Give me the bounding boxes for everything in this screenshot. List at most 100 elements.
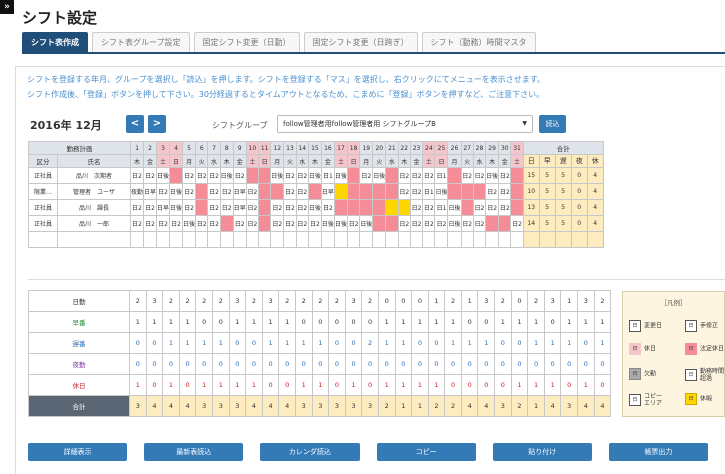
shift-cell[interactable]: 日2: [232, 167, 247, 184]
tab-time-master[interactable]: シフト（勤務）時間マスタ: [421, 32, 536, 53]
shift-cell[interactable]: 日2: [472, 215, 487, 232]
shift-cell[interactable]: 日後: [333, 167, 348, 184]
shift-cell[interactable]: [372, 183, 387, 200]
calendar-load-button[interactable]: カレンダ読込: [260, 443, 360, 461]
shift-cell[interactable]: 日2: [195, 215, 209, 232]
shift-cell[interactable]: 日2: [397, 167, 411, 184]
shift-cell[interactable]: 日早: [156, 199, 171, 216]
shift-cell[interactable]: 日2: [460, 215, 474, 232]
shift-cell[interactable]: 日2: [498, 167, 512, 184]
shift-cell[interactable]: [359, 183, 374, 200]
shift-cell[interactable]: [307, 183, 322, 200]
shift-cell[interactable]: [257, 215, 272, 232]
shift-cell[interactable]: 日2: [182, 167, 197, 184]
shift-cell[interactable]: [498, 215, 512, 232]
shift-cell[interactable]: 日後: [270, 167, 285, 184]
shift-cell[interactable]: 日2: [283, 183, 297, 200]
shift-cell[interactable]: 日2: [207, 167, 221, 184]
shift-cell[interactable]: 日後: [169, 183, 184, 200]
shift-cell[interactable]: 日2: [485, 183, 500, 200]
shift-cell[interactable]: 日2: [472, 199, 487, 216]
shift-cell[interactable]: [346, 183, 361, 200]
shift-cell[interactable]: 日後: [447, 199, 462, 216]
shift-cell[interactable]: 日後: [447, 215, 462, 232]
shift-cell[interactable]: [385, 215, 399, 232]
shift-cell[interactable]: [333, 183, 348, 200]
shift-cell[interactable]: [510, 167, 524, 184]
shift-cell[interactable]: 日1: [434, 167, 449, 184]
shift-cell[interactable]: 日後: [434, 183, 449, 200]
tab-fixed-overnight[interactable]: 固定シフト変更（日跨ぎ）: [303, 32, 418, 53]
shift-cell[interactable]: 日2: [422, 167, 436, 184]
shift-cell[interactable]: 日2: [283, 215, 297, 232]
shift-cell[interactable]: 日2: [270, 199, 285, 216]
shift-cell[interactable]: 日2: [409, 215, 424, 232]
shift-cell[interactable]: [346, 167, 361, 184]
shift-cell[interactable]: [195, 199, 209, 216]
shift-cell[interactable]: 日2: [307, 215, 322, 232]
shift-cell[interactable]: 日2: [397, 183, 411, 200]
shift-cell[interactable]: 日2: [182, 183, 197, 200]
shift-cell[interactable]: 日2: [283, 199, 297, 216]
next-month-button[interactable]: >: [148, 115, 166, 133]
shift-cell[interactable]: 日1: [422, 183, 436, 200]
shift-cell[interactable]: [346, 199, 361, 216]
shift-cell[interactable]: 日早: [232, 183, 247, 200]
shift-cell[interactable]: 日2: [232, 215, 247, 232]
shift-cell[interactable]: 日2: [245, 199, 260, 216]
shift-cell[interactable]: [257, 183, 272, 200]
shift-cell[interactable]: [447, 183, 462, 200]
shift-cell[interactable]: 日2: [283, 167, 297, 184]
shift-cell[interactable]: 日2: [270, 215, 285, 232]
shift-cell[interactable]: [359, 199, 374, 216]
shift-cell[interactable]: [195, 183, 209, 200]
shift-cell[interactable]: 日早: [320, 183, 335, 200]
tab-shift-create[interactable]: シフト表作成: [22, 32, 88, 53]
shift-cell[interactable]: 日2: [169, 215, 184, 232]
shift-cell[interactable]: 日2: [422, 199, 436, 216]
tab-fixed-day[interactable]: 固定シフト変更（日勤）: [193, 32, 300, 53]
shift-cell[interactable]: 日2: [498, 199, 512, 216]
shift-cell[interactable]: 日後: [182, 215, 197, 232]
shift-cell[interactable]: 日後: [359, 215, 374, 232]
shift-cell[interactable]: [257, 167, 272, 184]
load-button[interactable]: 読込: [539, 115, 566, 133]
latest-table-load-button[interactable]: 最新表読込: [144, 443, 244, 461]
shift-cell[interactable]: [510, 199, 524, 216]
shift-cell[interactable]: 日後: [169, 199, 184, 216]
report-output-button[interactable]: 帳票出力: [608, 443, 709, 461]
sidebar-toggle-button[interactable]: »: [0, 0, 14, 14]
shift-cell[interactable]: [257, 199, 272, 216]
shift-cell[interactable]: 日2: [156, 183, 171, 200]
shift-cell[interactable]: 日2: [245, 183, 260, 200]
shift-cell[interactable]: 日2: [295, 167, 309, 184]
shift-cell[interactable]: 日2: [422, 215, 436, 232]
shift-cell[interactable]: 日後: [372, 167, 387, 184]
shift-cell[interactable]: [460, 183, 474, 200]
shift-cell[interactable]: 夜勤: [129, 183, 145, 200]
shift-cell[interactable]: 日2: [295, 215, 309, 232]
shift-cell[interactable]: [333, 199, 348, 216]
detail-view-button[interactable]: 詳細表示: [28, 443, 128, 461]
shift-cell[interactable]: [372, 199, 387, 216]
shift-cell[interactable]: 日早: [232, 199, 247, 216]
shift-cell[interactable]: 日2: [129, 199, 145, 216]
shift-cell[interactable]: 日2: [207, 215, 221, 232]
shift-cell[interactable]: 日1: [320, 167, 335, 184]
shift-cell[interactable]: 日後: [156, 167, 171, 184]
shift-cell[interactable]: 日1: [434, 199, 449, 216]
shift-cell[interactable]: 日早: [143, 183, 158, 200]
shift-cell[interactable]: [447, 167, 462, 184]
shift-cell[interactable]: 日2: [409, 167, 424, 184]
shift-cell[interactable]: [169, 167, 184, 184]
shift-cell[interactable]: 日後: [219, 167, 234, 184]
prev-month-button[interactable]: <: [126, 115, 144, 133]
shift-group-select[interactable]: follow管理者用follow管理者用 シフトグループB ▼: [277, 115, 533, 133]
shift-cell[interactable]: [245, 167, 260, 184]
shift-cell[interactable]: [219, 215, 234, 232]
shift-cell[interactable]: 日2: [129, 167, 145, 184]
shift-cell[interactable]: 日2: [219, 199, 234, 216]
shift-cell[interactable]: [472, 183, 487, 200]
shift-cell[interactable]: 日2: [397, 215, 411, 232]
shift-cell[interactable]: 日後: [320, 215, 335, 232]
